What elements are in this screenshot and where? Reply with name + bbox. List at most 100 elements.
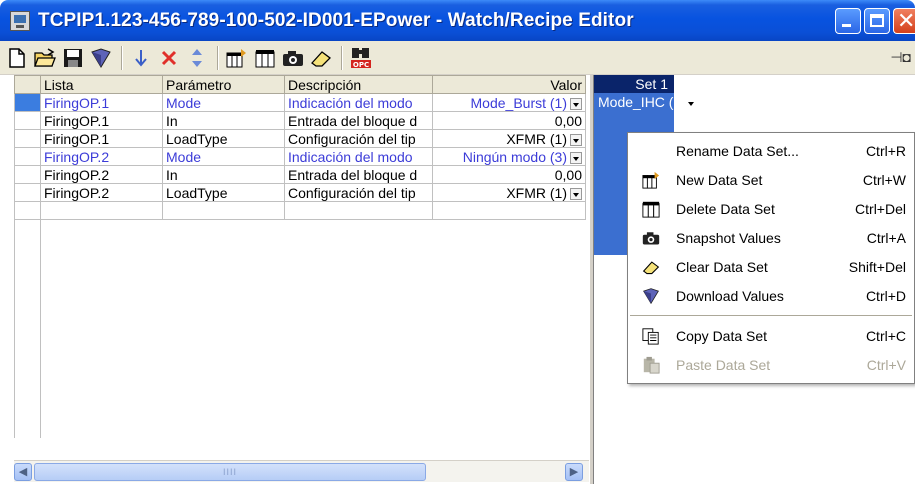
new-button[interactable] — [4, 45, 30, 71]
app-icon[interactable] — [10, 10, 30, 31]
cell-lista[interactable]: FiringOP.1 — [40, 111, 163, 130]
delete-data-set-button[interactable] — [252, 45, 278, 71]
menu-item-clear-data-set[interactable]: Clear Data Set Shift+Del — [628, 252, 914, 281]
menu-item-label: Clear Data Set — [676, 258, 768, 275]
cell-lista[interactable]: FiringOP.1 — [40, 93, 163, 112]
cell-descripcion[interactable]: Configuración del tip — [284, 183, 433, 202]
cell-valor[interactable]: 0,00 — [432, 165, 586, 184]
cell-parametro[interactable]: Mode — [162, 93, 285, 112]
close-button[interactable]: ✕ — [893, 8, 915, 34]
toolbar-separator — [341, 45, 343, 70]
row-selector[interactable] — [14, 183, 41, 202]
open-button[interactable] — [32, 45, 58, 71]
table-row[interactable]: FiringOP.1 Mode Indicación del modo Mode… — [14, 93, 586, 112]
dataset-cell[interactable]: Mode_IHC (0) — [594, 93, 724, 111]
minimize-button[interactable] — [835, 8, 861, 34]
cell-parametro[interactable]: LoadType — [162, 183, 285, 202]
scroll-left-button[interactable]: ◀ — [14, 463, 32, 481]
filler-cell — [284, 219, 433, 438]
menu-item-shortcut: Ctrl+A — [866, 229, 906, 246]
table-row[interactable]: FiringOP.2 In Entrada del bloque d 0,00 — [14, 165, 586, 184]
column-header-valor[interactable]: Valor — [432, 75, 586, 94]
menu-item-rename-data-set[interactable]: Rename Data Set... Ctrl+R — [628, 136, 914, 165]
cell-lista[interactable]: FiringOP.2 — [40, 165, 163, 184]
table-row[interactable]: FiringOP.1 LoadType Configuración del ti… — [14, 129, 586, 148]
cell-parametro[interactable]: LoadType — [162, 129, 285, 148]
delete-button[interactable] — [156, 45, 182, 71]
cell-descripcion[interactable]: Indicación del modo — [284, 93, 433, 112]
cell-valor[interactable]: XFMR (1) — [432, 183, 586, 202]
cell-parametro[interactable] — [162, 201, 285, 220]
opc-browse-button[interactable]: OPC — [348, 45, 374, 71]
menu-item-label: Download Values — [676, 287, 784, 304]
cell-valor[interactable]: Mode_Burst (1) — [432, 93, 586, 112]
table-row[interactable]: FiringOP.2 LoadType Configuración del ti… — [14, 183, 586, 202]
row-selector-header[interactable] — [14, 75, 41, 94]
cell-valor-text: 0,00 — [554, 112, 582, 129]
cell-valor[interactable]: Ningún modo (3) — [432, 147, 586, 166]
row-selector[interactable] — [14, 165, 41, 184]
dropdown-arrow-icon[interactable] — [570, 97, 582, 110]
cell-descripcion[interactable] — [284, 201, 433, 220]
save-button[interactable] — [60, 45, 86, 71]
table-row[interactable]: FiringOP.2 Mode Indicación del modo Ning… — [14, 147, 586, 166]
cell-lista[interactable]: FiringOP.2 — [40, 183, 163, 202]
arrow-right-icon: ▶ — [569, 466, 579, 478]
row-selector[interactable] — [14, 129, 41, 148]
scroll-right-button[interactable]: ▶ — [565, 463, 583, 481]
cell-descripcion[interactable]: Indicación del modo — [284, 147, 433, 166]
row-selector[interactable] — [14, 93, 41, 112]
dataset-header[interactable]: Set 1 — [594, 75, 674, 93]
horizontal-scrollbar[interactable]: ◀ IIII ▶ — [14, 460, 589, 482]
menu-item-label: Copy Data Set — [676, 327, 768, 344]
dropdown-arrow-icon[interactable] — [570, 133, 582, 146]
table-row-empty[interactable] — [14, 201, 586, 220]
cell-descripcion[interactable]: Configuración del tip — [284, 129, 433, 148]
download-button[interactable] — [88, 45, 114, 71]
cell-parametro[interactable]: Mode — [162, 147, 285, 166]
menu-item-label: Paste Data Set — [676, 356, 771, 373]
cell-lista[interactable]: FiringOP.2 — [40, 147, 163, 166]
dataset-cell-value: Mode_IHC (0) — [598, 94, 686, 110]
cell-descripcion[interactable]: Entrada del bloque d — [284, 165, 433, 184]
eraser-icon — [642, 261, 660, 275]
cell-parametro[interactable]: In — [162, 111, 285, 130]
pin-icon[interactable]: ⊣◘ — [890, 49, 911, 66]
cell-valor[interactable]: XFMR (1) — [432, 129, 586, 148]
row-selector[interactable] — [14, 147, 41, 166]
column-header-lista[interactable]: Lista — [40, 75, 163, 94]
cell-descripcion[interactable]: Entrada del bloque d — [284, 111, 433, 130]
row-selector[interactable] — [14, 111, 41, 130]
move-button[interactable] — [184, 45, 210, 71]
grip-icon: IIII — [222, 467, 237, 477]
delete-icon — [161, 50, 177, 65]
new-data-set-button[interactable] — [224, 45, 250, 71]
insert-button[interactable] — [128, 45, 154, 71]
column-header-parametro[interactable]: Parámetro — [162, 75, 285, 94]
table-row[interactable]: FiringOP.1 In Entrada del bloque d 0,00 — [14, 111, 586, 130]
row-selector[interactable] — [14, 201, 41, 220]
menu-item-label: Rename Data Set... — [676, 142, 799, 159]
cell-parametro[interactable]: In — [162, 165, 285, 184]
column-header-descripcion[interactable]: Descripción — [284, 75, 433, 94]
cell-valor-text: XFMR (1) — [506, 184, 567, 201]
dropdown-arrow-icon[interactable] — [685, 97, 697, 109]
maximize-button[interactable] — [864, 8, 890, 34]
cell-lista[interactable] — [40, 201, 163, 220]
dropdown-arrow-icon[interactable] — [570, 187, 582, 200]
menu-item-snapshot-values[interactable]: Snapshot Values Ctrl+A — [628, 223, 914, 252]
cell-lista[interactable]: FiringOP.1 — [40, 129, 163, 148]
dropdown-arrow-icon[interactable] — [570, 151, 582, 164]
menu-item-shortcut: Ctrl+W — [862, 171, 906, 188]
scrollbar-thumb[interactable]: IIII — [34, 463, 426, 481]
cell-valor[interactable]: 0,00 — [432, 111, 586, 130]
cell-valor-text: Ningún modo (3) — [462, 148, 567, 165]
menu-item-new-data-set[interactable]: New Data Set Ctrl+W — [628, 165, 914, 194]
snapshot-button[interactable] — [280, 45, 306, 71]
paste-icon — [643, 356, 660, 374]
menu-item-copy-data-set[interactable]: Copy Data Set Ctrl+C — [628, 321, 914, 350]
menu-item-download-values[interactable]: Download Values Ctrl+D — [628, 281, 914, 310]
menu-item-delete-data-set[interactable]: Delete Data Set Ctrl+Del — [628, 194, 914, 223]
clear-button[interactable] — [308, 45, 334, 71]
cell-valor[interactable] — [432, 201, 586, 220]
